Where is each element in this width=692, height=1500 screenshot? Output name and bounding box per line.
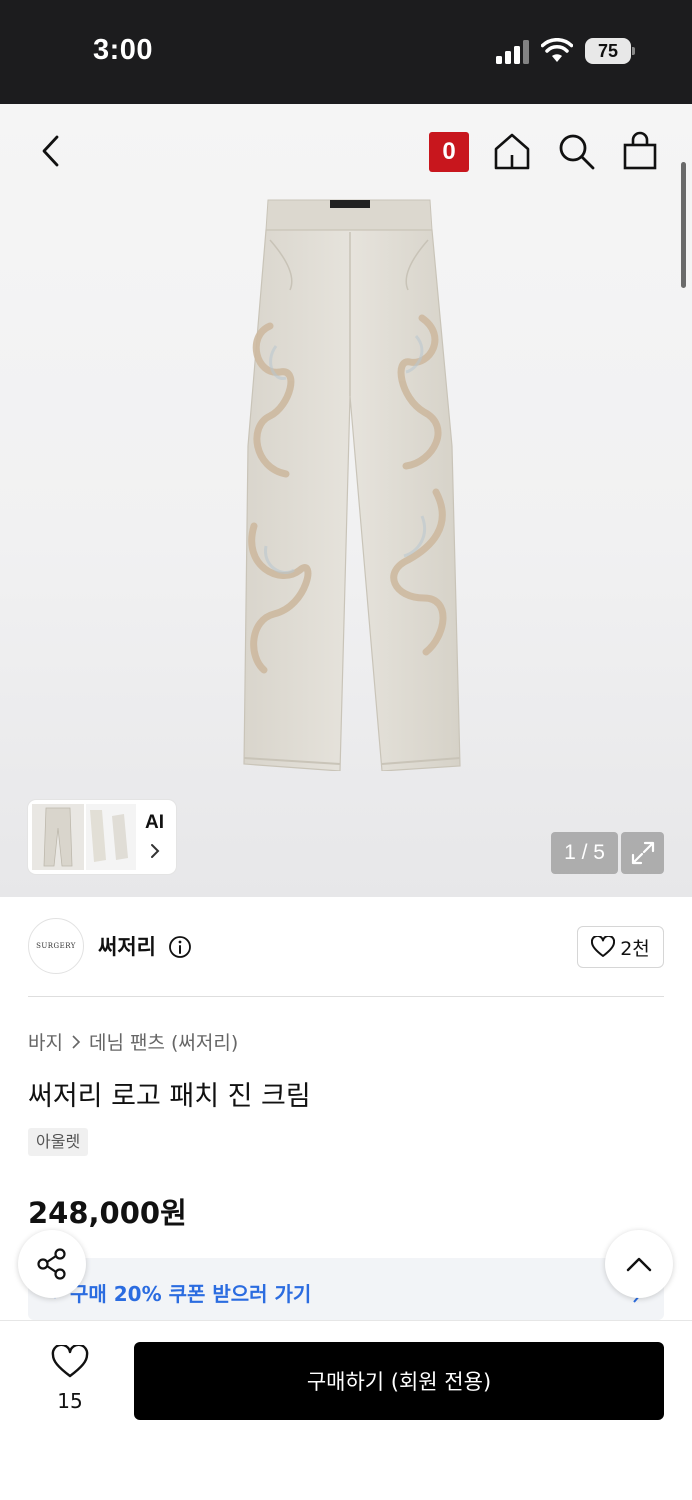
breadcrumb-category[interactable]: 바지 <box>28 1028 63 1055</box>
scroll-to-top-button[interactable] <box>605 1230 673 1298</box>
chevron-left-icon <box>42 135 59 167</box>
heart-icon <box>591 936 616 957</box>
ai-similar-items-card[interactable]: AI <box>28 800 176 874</box>
home-icon <box>494 133 530 170</box>
cart-count-badge[interactable]: 0 <box>429 132 469 172</box>
share-button[interactable] <box>18 1230 86 1298</box>
share-icon <box>37 1248 66 1280</box>
battery-level: 75 <box>585 38 631 64</box>
search-button[interactable] <box>554 128 598 174</box>
cart-button[interactable] <box>618 128 662 174</box>
battery-icon: 75 <box>585 38 635 64</box>
brand-like-count: 2천 <box>620 937 650 960</box>
shopping-bag-icon <box>623 131 657 170</box>
chevron-up-icon <box>626 1257 652 1272</box>
buy-button[interactable]: 구매하기 (회원 전용) <box>134 1342 664 1420</box>
heart-icon <box>51 1345 89 1378</box>
status-bar: 3:00 75 <box>0 0 692 104</box>
coupon-text: 구매 20% 쿠폰 받으러 가기 <box>70 1282 312 1306</box>
search-icon <box>559 134 595 170</box>
back-button[interactable] <box>30 128 70 174</box>
wifi-icon <box>541 38 573 62</box>
cellular-signal-icon <box>496 40 530 64</box>
page-scrollbar[interactable] <box>681 162 686 288</box>
fullscreen-button[interactable] <box>621 832 664 874</box>
image-page-indicator: 1 / 5 <box>551 832 618 874</box>
home-button[interactable] <box>490 128 534 174</box>
status-time: 3:00 <box>93 34 154 66</box>
ai-label: AI <box>145 812 164 833</box>
chevron-right-icon <box>151 844 160 858</box>
brand-logo-text: SURGERY <box>36 942 76 950</box>
info-icon[interactable] <box>168 935 192 959</box>
brand-logo[interactable]: SURGERY <box>28 918 84 974</box>
brand-like-button[interactable]: 2천 <box>577 926 664 968</box>
divider <box>28 996 664 997</box>
product-image-gallery[interactable]: 0 AI 1 / 5 <box>0 104 692 897</box>
chevron-right-icon <box>72 1034 81 1049</box>
brand-name[interactable]: 써저리 <box>98 931 156 961</box>
outlet-tag: 아울렛 <box>28 1128 89 1156</box>
product-price: 248,000원 <box>28 1196 187 1230</box>
product-title: 써저리 로고 패치 진 크림 <box>28 1081 311 1112</box>
breadcrumb-subcategory[interactable]: 데님 팬츠 (써저리) <box>89 1028 238 1055</box>
expand-icon <box>631 841 654 865</box>
product-image[interactable] <box>190 186 510 771</box>
ai-thumbnail-image <box>32 804 136 870</box>
bottom-action-bar: 15 구매하기 (회원 전용) <box>0 1320 692 1500</box>
coupon-banner[interactable]: 구매 20% 쿠폰 받으러 가기 <box>28 1258 664 1320</box>
breadcrumb: 바지 데님 팬츠 (써저리) <box>28 1028 238 1055</box>
wishlist-button[interactable]: 15 <box>40 1345 100 1415</box>
wishlist-count: 15 <box>57 1389 83 1413</box>
